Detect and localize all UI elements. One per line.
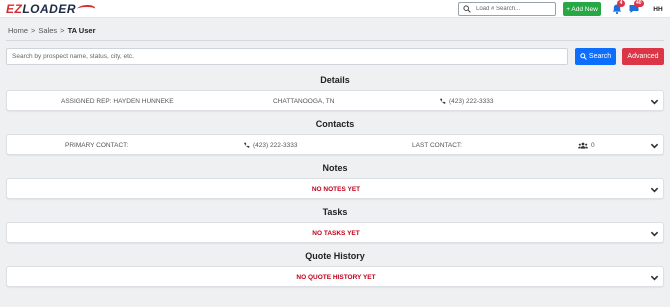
last-contact: LAST CONTACT: xyxy=(412,142,462,149)
phone-icon xyxy=(244,142,250,148)
breadcrumb-separator: > xyxy=(60,26,65,35)
breadcrumb-current: TA User xyxy=(67,26,96,35)
breadcrumb-home[interactable]: Home xyxy=(8,26,28,35)
breadcrumb-separator: > xyxy=(31,26,36,35)
details-phone-number: (423) 222-3333 xyxy=(449,98,494,105)
quote-history-empty: NO QUOTE HISTORY YET xyxy=(296,274,376,281)
tasks-empty: NO TASKS YET xyxy=(312,230,360,237)
prospect-search-input[interactable] xyxy=(6,48,568,65)
divider xyxy=(6,40,664,41)
contacts-card[interactable]: PRIMARY CONTACT: (423) 222-3333 LAST CON… xyxy=(6,134,664,155)
add-new-button[interactable]: + Add New xyxy=(563,2,601,16)
notes-title: Notes xyxy=(322,163,348,173)
messages-badge: 40 xyxy=(634,0,644,7)
quote-history-card[interactable]: NO QUOTE HISTORY YET xyxy=(6,266,664,287)
primary-contact: PRIMARY CONTACT: xyxy=(65,142,129,149)
logo-ez: EZ xyxy=(6,2,23,16)
tasks-card[interactable]: NO TASKS YET xyxy=(6,222,664,243)
contacts-count: 0 xyxy=(578,135,595,156)
contacts-count-value: 0 xyxy=(591,142,595,149)
details-phone: (423) 222-3333 xyxy=(439,91,493,112)
contact-phone: (423) 222-3333 xyxy=(243,135,297,156)
assigned-rep: ASSIGNED REP: HAYDEN HUNNEKE xyxy=(61,98,174,105)
details-card[interactable]: ASSIGNED REP: HAYDEN HUNNEKE CHATTANOOGA… xyxy=(6,90,664,111)
chevron-down-icon[interactable] xyxy=(650,229,659,238)
search-button-label: Search xyxy=(588,53,612,60)
logo-swoosh-icon xyxy=(75,5,97,13)
logo-loader: LOADER xyxy=(22,2,77,16)
chevron-down-icon[interactable] xyxy=(650,97,659,106)
contact-phone-number: (423) 222-3333 xyxy=(253,142,298,149)
tasks-title: Tasks xyxy=(322,207,348,217)
details-title: Details xyxy=(320,75,350,85)
advanced-button[interactable]: Advanced xyxy=(622,48,664,65)
breadcrumb-sales[interactable]: Sales xyxy=(38,26,57,35)
chevron-down-icon[interactable] xyxy=(650,273,659,282)
contacts-title: Contacts xyxy=(315,119,355,129)
search-button[interactable]: Search xyxy=(575,48,616,65)
breadcrumb: Home > Sales > TA User xyxy=(8,26,96,35)
search-icon xyxy=(580,53,587,60)
messages-button[interactable]: 40 xyxy=(628,0,644,15)
location: CHATTANOOGA, TN xyxy=(273,98,335,105)
users-icon xyxy=(578,142,588,149)
user-avatar[interactable]: HH xyxy=(651,3,665,15)
quote-history-title: Quote History xyxy=(305,251,365,261)
notifications-button[interactable]: 4 xyxy=(611,0,625,15)
notifications-badge: 4 xyxy=(617,0,625,7)
chevron-down-icon[interactable] xyxy=(650,185,659,194)
phone-icon xyxy=(440,98,446,104)
load-search-box[interactable] xyxy=(458,2,556,16)
search-icon xyxy=(463,5,471,13)
load-search-input[interactable] xyxy=(476,6,548,12)
top-navbar: EZ LOADER + Add New 4 40 HH xyxy=(0,0,670,18)
notes-empty: NO NOTES YET xyxy=(311,186,361,193)
chevron-down-icon[interactable] xyxy=(650,141,659,150)
notes-card[interactable]: NO NOTES YET xyxy=(6,178,664,199)
logo[interactable]: EZ LOADER xyxy=(6,2,97,16)
